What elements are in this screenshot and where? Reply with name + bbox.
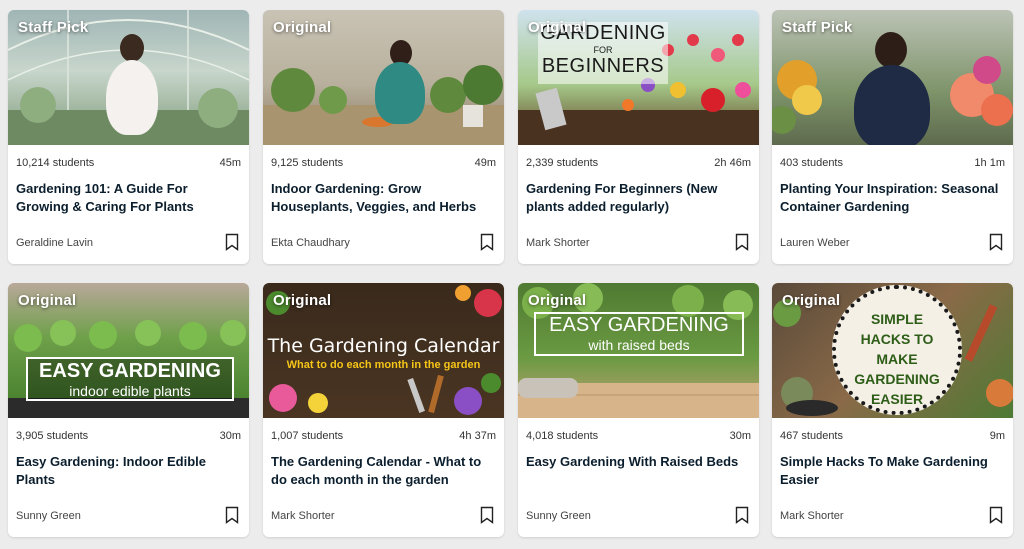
course-title[interactable]: Simple Hacks To Make Gardening Easier bbox=[780, 453, 1001, 489]
course-meta: 9,125 students 49m bbox=[271, 157, 496, 169]
course-duration: 30m bbox=[219, 430, 241, 442]
course-title[interactable]: Indoor Gardening: Grow Houseplants, Vegg… bbox=[271, 180, 492, 216]
course-thumbnail[interactable]: GARDENING FOR BEGINNERS Original bbox=[518, 10, 759, 145]
course-thumbnail[interactable]: Staff Pick bbox=[8, 10, 249, 145]
student-count: 4,018 students bbox=[526, 430, 599, 442]
student-count: 403 students bbox=[780, 157, 843, 169]
course-duration: 30m bbox=[729, 430, 751, 442]
course-card[interactable]: Staff Pick 403 students 1h 1m Planting Y… bbox=[772, 10, 1013, 264]
course-tag: Original bbox=[273, 19, 332, 36]
bookmark-icon[interactable] bbox=[735, 233, 749, 251]
bookmark-icon[interactable] bbox=[735, 506, 749, 524]
course-title[interactable]: Easy Gardening With Raised Beds bbox=[526, 453, 747, 471]
course-tag: Original bbox=[782, 292, 841, 309]
course-duration: 4h 37m bbox=[459, 430, 496, 442]
thumbnail-badge: SIMPLE HACKS TO MAKE GARDENING EASIER bbox=[832, 285, 962, 415]
course-title[interactable]: The Gardening Calendar - What to do each… bbox=[271, 453, 492, 489]
student-count: 9,125 students bbox=[271, 157, 344, 169]
course-tag: Original bbox=[273, 292, 332, 309]
course-author[interactable]: Ekta Chaudhary bbox=[271, 237, 350, 249]
course-tag: Original bbox=[528, 19, 587, 36]
course-tag: Original bbox=[528, 292, 587, 309]
course-meta: 4,018 students 30m bbox=[526, 430, 751, 442]
course-card[interactable]: The Gardening Calendar What to do each m… bbox=[263, 283, 504, 537]
course-meta: 467 students 9m bbox=[780, 430, 1005, 442]
course-meta: 403 students 1h 1m bbox=[780, 157, 1005, 169]
course-title[interactable]: Gardening 101: A Guide For Growing & Car… bbox=[16, 180, 237, 216]
thumbnail-title-box: EASY GARDENING indoor edible plants bbox=[26, 357, 234, 401]
course-card[interactable]: EASY GARDENING indoor edible plants Orig… bbox=[8, 283, 249, 537]
bookmark-icon[interactable] bbox=[225, 233, 239, 251]
course-thumbnail[interactable]: EASY GARDENING indoor edible plants Orig… bbox=[8, 283, 249, 418]
course-card[interactable]: SIMPLE HACKS TO MAKE GARDENING EASIER Or… bbox=[772, 283, 1013, 537]
course-thumbnail[interactable]: Staff Pick bbox=[772, 10, 1013, 145]
course-meta: 3,905 students 30m bbox=[16, 430, 241, 442]
course-card[interactable]: EASY GARDENING with raised beds Original… bbox=[518, 283, 759, 537]
course-thumbnail[interactable]: EASY GARDENING with raised beds Original bbox=[518, 283, 759, 418]
thumbnail-subtitle-text: What to do each month in the garden bbox=[286, 359, 481, 371]
student-count: 3,905 students bbox=[16, 430, 89, 442]
course-author[interactable]: Geraldine Lavin bbox=[16, 237, 93, 249]
course-author[interactable]: Sunny Green bbox=[16, 510, 81, 522]
thumbnail-title-text: The Gardening Calendar bbox=[267, 335, 500, 357]
course-author[interactable]: Mark Shorter bbox=[271, 510, 335, 522]
bookmark-icon[interactable] bbox=[225, 506, 239, 524]
course-author[interactable]: Sunny Green bbox=[526, 510, 591, 522]
thumbnail-title-box: EASY GARDENING with raised beds bbox=[534, 312, 744, 356]
course-title[interactable]: Planting Your Inspiration: Seasonal Cont… bbox=[780, 180, 1001, 216]
course-title[interactable]: Easy Gardening: Indoor Edible Plants bbox=[16, 453, 237, 489]
course-card[interactable]: Original 9,125 students 49m Indoor Garde… bbox=[263, 10, 504, 264]
student-count: 2,339 students bbox=[526, 157, 599, 169]
student-count: 10,214 students bbox=[16, 157, 95, 169]
course-meta: 2,339 students 2h 46m bbox=[526, 157, 751, 169]
bookmark-icon[interactable] bbox=[989, 233, 1003, 251]
course-title[interactable]: Gardening For Beginners (New plants adde… bbox=[526, 180, 747, 216]
student-count: 1,007 students bbox=[271, 430, 344, 442]
course-tag: Staff Pick bbox=[18, 19, 89, 36]
course-thumbnail[interactable]: Original bbox=[263, 10, 504, 145]
course-author[interactable]: Mark Shorter bbox=[780, 510, 844, 522]
course-card[interactable]: Staff Pick 10,214 students 45m Gardening… bbox=[8, 10, 249, 264]
course-tag: Staff Pick bbox=[782, 19, 853, 36]
course-thumbnail[interactable]: SIMPLE HACKS TO MAKE GARDENING EASIER Or… bbox=[772, 283, 1013, 418]
course-meta: 10,214 students 45m bbox=[16, 157, 241, 169]
bookmark-icon[interactable] bbox=[480, 506, 494, 524]
course-duration: 9m bbox=[989, 430, 1005, 442]
bookmark-icon[interactable] bbox=[989, 506, 1003, 524]
course-author[interactable]: Lauren Weber bbox=[780, 237, 850, 249]
course-duration: 2h 46m bbox=[714, 157, 751, 169]
course-duration: 45m bbox=[219, 157, 241, 169]
course-meta: 1,007 students 4h 37m bbox=[271, 430, 496, 442]
course-thumbnail[interactable]: The Gardening Calendar What to do each m… bbox=[263, 283, 504, 418]
course-author[interactable]: Mark Shorter bbox=[526, 237, 590, 249]
course-duration: 49m bbox=[474, 157, 496, 169]
course-grid: Staff Pick 10,214 students 45m Gardening… bbox=[0, 0, 1024, 549]
course-card[interactable]: GARDENING FOR BEGINNERS Original 2,339 s… bbox=[518, 10, 759, 264]
bookmark-icon[interactable] bbox=[480, 233, 494, 251]
student-count: 467 students bbox=[780, 430, 843, 442]
course-duration: 1h 1m bbox=[974, 157, 1005, 169]
course-tag: Original bbox=[18, 292, 77, 309]
